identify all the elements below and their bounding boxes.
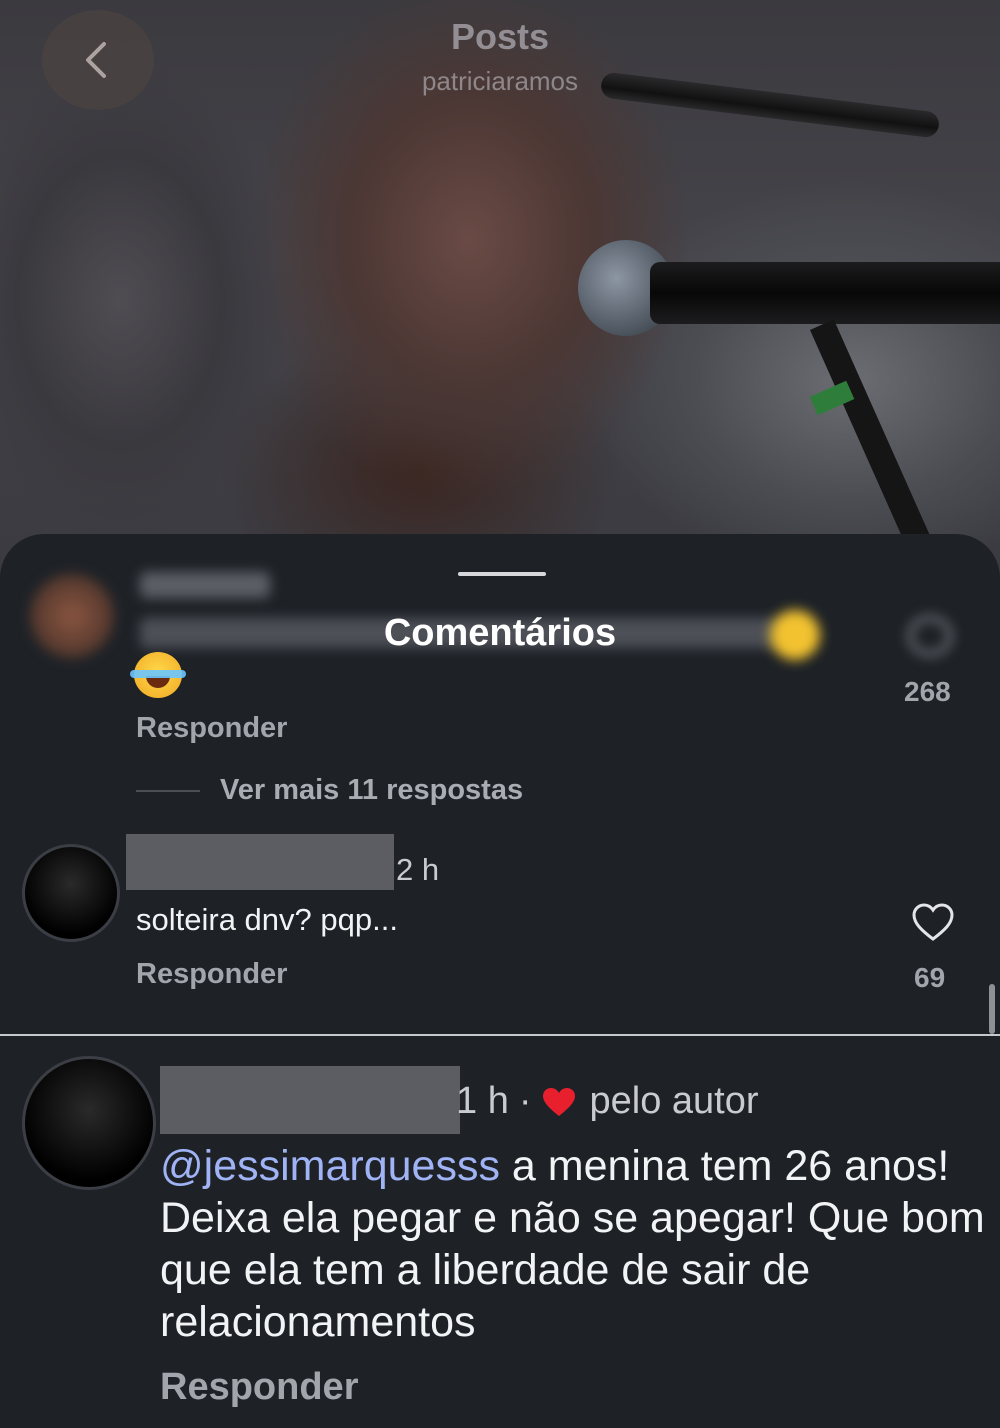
redacted-username: [160, 1066, 460, 1134]
mic-stand-shape: [810, 319, 932, 550]
heart-filled-icon: [543, 1087, 576, 1116]
sheet-drag-handle[interactable]: [458, 572, 546, 576]
laughing-emoji-icon: [130, 652, 186, 698]
comment-time: 2 h: [396, 852, 440, 887]
microphone-body-shape: [650, 262, 1000, 324]
scrollbar[interactable]: [989, 984, 995, 1034]
avatar[interactable]: [22, 844, 120, 942]
liked-by-author-label: pelo autor: [589, 1080, 759, 1122]
comment-text: @jessimarquesss a menina tem 26 anos! De…: [160, 1140, 990, 1348]
divider: [0, 1034, 1000, 1036]
heart-outline-icon[interactable]: [911, 902, 955, 942]
divider: [136, 790, 200, 792]
sheet-title: Comentários: [383, 612, 617, 654]
avatar[interactable]: [22, 1056, 156, 1190]
reply-button[interactable]: Responder: [136, 712, 287, 745]
comment-meta: 1 h · pelo autor: [456, 1080, 759, 1123]
like-count: 69: [914, 962, 946, 993]
page-subtitle: patriciaramos: [421, 66, 579, 96]
comment-time: 1 h: [456, 1080, 509, 1122]
reply-button[interactable]: Responder: [136, 958, 287, 991]
mention-link[interactable]: @jessimarquesss: [160, 1142, 500, 1190]
view-more-replies-link[interactable]: Ver mais 11 respostas: [220, 774, 523, 807]
redacted-username: [126, 834, 394, 890]
blurred-username: [140, 572, 270, 598]
reply-button[interactable]: Responder: [160, 1366, 358, 1409]
like-count: 268: [904, 676, 951, 707]
page-title: Posts: [450, 16, 550, 57]
comment-text: solteira dnv? pqp...: [136, 902, 398, 937]
separator: ·: [518, 1080, 532, 1122]
